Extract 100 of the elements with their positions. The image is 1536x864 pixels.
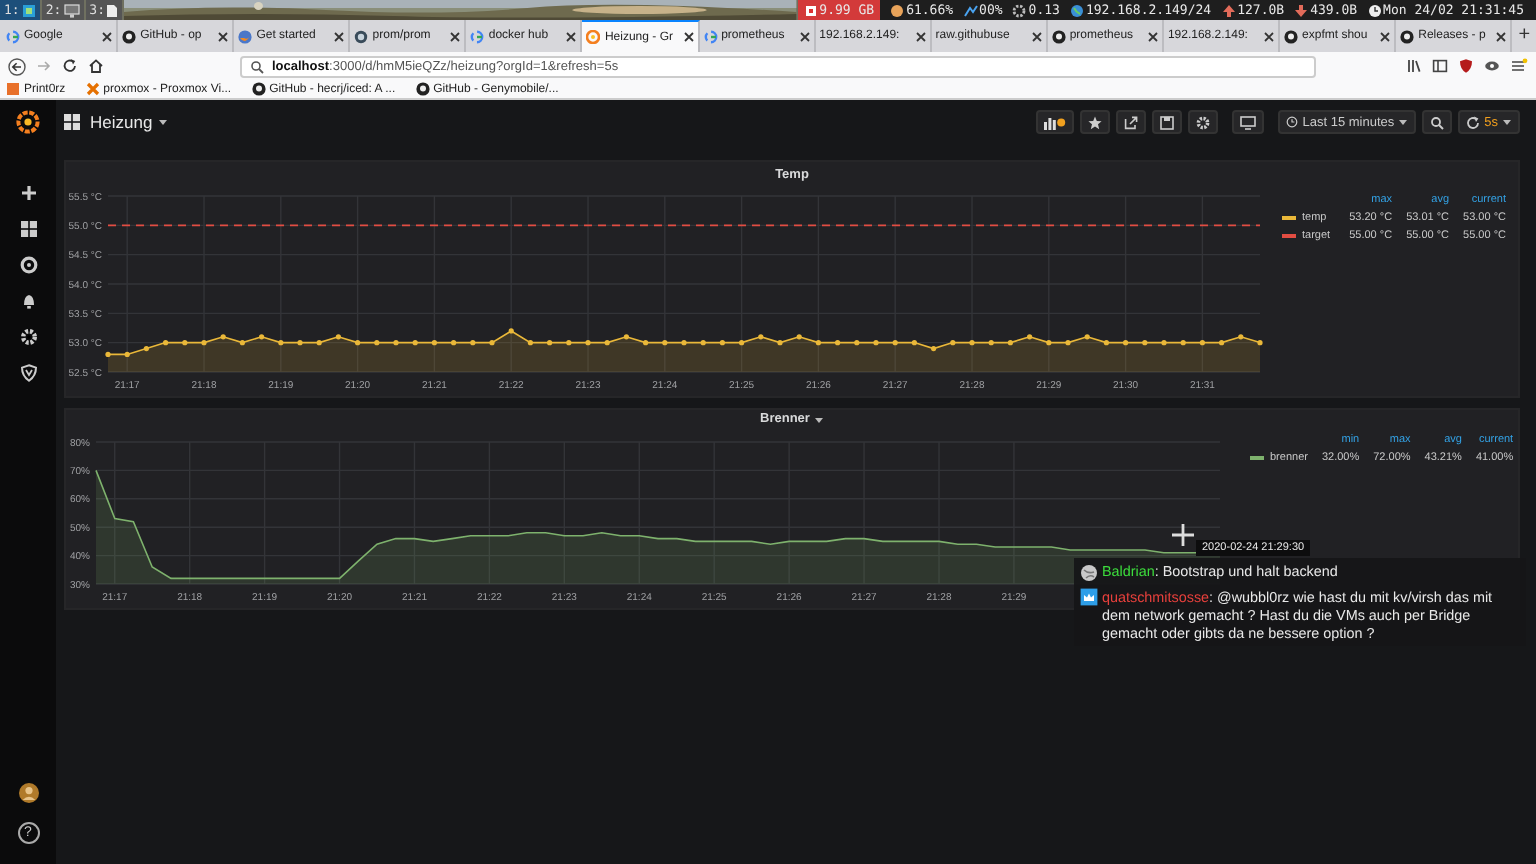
data-point (259, 334, 265, 340)
data-point (815, 340, 821, 346)
data-point (124, 351, 130, 357)
data-point (547, 340, 553, 346)
data-point (643, 340, 649, 346)
github-icon (1051, 29, 1066, 43)
data-point (1027, 334, 1033, 340)
data-point (489, 340, 495, 346)
clock-icon (1367, 3, 1382, 17)
menu-icon[interactable] (1510, 58, 1528, 74)
data-point (105, 351, 111, 357)
data-point (796, 334, 802, 340)
github-icon (1284, 29, 1299, 43)
github-icon (122, 29, 137, 43)
data-point (623, 334, 629, 340)
grafana-logo[interactable] (16, 110, 40, 134)
home-icon[interactable] (88, 58, 104, 74)
compass-icon[interactable] (19, 256, 37, 274)
data-point (911, 340, 917, 346)
user-avatar-icon (1080, 588, 1098, 606)
caret-icon (1502, 118, 1512, 126)
close-icon[interactable] (799, 31, 810, 41)
close-icon[interactable] (1031, 31, 1042, 41)
data-point (700, 340, 706, 346)
data-point (854, 340, 860, 346)
refresh-icon (1466, 115, 1481, 129)
dashboard-title[interactable]: Heizung (90, 112, 153, 132)
data-point (931, 345, 937, 352)
arrow-icon (1294, 3, 1309, 17)
settings-button[interactable] (1188, 110, 1219, 134)
data-point (1257, 340, 1263, 346)
data-point (1084, 334, 1090, 340)
data-point (470, 340, 476, 346)
close-icon[interactable] (1496, 31, 1507, 41)
data-point (393, 340, 399, 346)
settings-icon (1196, 115, 1211, 129)
caret-icon[interactable] (158, 118, 169, 126)
reload-icon[interactable] (62, 58, 78, 74)
grafana-icon (586, 30, 601, 44)
dashboards-icon[interactable] (19, 220, 37, 238)
star-icon (1088, 115, 1103, 129)
plus-icon[interactable] (19, 184, 37, 202)
caret-icon (1398, 118, 1409, 126)
new-tab-button[interactable]: + (1512, 20, 1536, 52)
shield-icon[interactable] (19, 364, 37, 382)
caret-icon[interactable] (813, 415, 824, 423)
settings-icon[interactable] (19, 328, 37, 346)
close-icon[interactable] (683, 32, 694, 42)
data-point (220, 334, 226, 340)
data-point (451, 340, 457, 346)
data-point (1199, 340, 1205, 346)
data-point (777, 340, 783, 346)
close-icon[interactable] (450, 31, 461, 41)
bell-icon[interactable] (19, 292, 37, 310)
data-point (950, 340, 956, 346)
clock-icon (1286, 116, 1299, 128)
add-panel-icon (1044, 115, 1067, 129)
shield-icon[interactable] (1458, 58, 1474, 74)
user-avatar-icon (1080, 563, 1098, 581)
data-point (1065, 340, 1071, 346)
star-button[interactable] (1080, 110, 1111, 134)
data-point (527, 340, 533, 346)
data-point (873, 340, 879, 346)
data-point (163, 340, 169, 346)
avatar-icon[interactable] (17, 782, 39, 804)
sidebar-icon[interactable] (1432, 58, 1448, 74)
library-icon[interactable] (1406, 58, 1422, 74)
circle-icon (354, 29, 369, 43)
data-point (374, 340, 380, 346)
search-icon (250, 59, 264, 73)
close-icon[interactable] (334, 31, 345, 41)
data-point (1123, 340, 1129, 346)
close-icon[interactable] (1264, 31, 1275, 41)
data-point (412, 340, 418, 346)
google-icon (703, 29, 718, 43)
gear-icon (1012, 3, 1027, 17)
share-icon (1124, 115, 1139, 129)
tv-mode-button[interactable] (1232, 110, 1265, 134)
close-icon[interactable] (915, 31, 926, 41)
data-point (143, 345, 149, 352)
close-icon[interactable] (1147, 31, 1158, 41)
share-button[interactable] (1116, 110, 1147, 134)
monitor-icon (1240, 115, 1257, 129)
zoom-out-button[interactable] (1422, 110, 1453, 134)
data-point (604, 340, 610, 346)
close-icon[interactable] (1380, 31, 1391, 41)
data-point (335, 334, 341, 340)
data-point (1142, 340, 1148, 346)
add-panel-button[interactable] (1036, 110, 1075, 134)
back-icon[interactable] (8, 57, 26, 75)
close-icon[interactable] (218, 31, 229, 41)
close-icon[interactable] (102, 31, 113, 41)
data-point (1007, 340, 1013, 346)
eye-icon[interactable] (1484, 58, 1500, 74)
data-point (739, 340, 745, 346)
crosshair-icon (1172, 524, 1194, 546)
data-point (585, 340, 591, 346)
data-point (681, 340, 687, 346)
close-icon[interactable] (566, 31, 577, 41)
save-button[interactable] (1152, 110, 1183, 134)
